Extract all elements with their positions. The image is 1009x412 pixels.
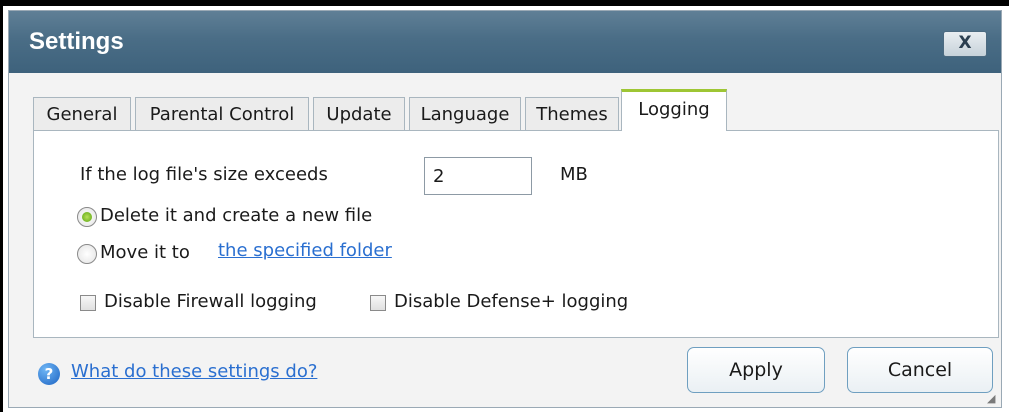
log-size-unit: MB: [560, 164, 588, 185]
disable-firewall-logging-label[interactable]: Disable Firewall logging: [104, 291, 317, 312]
disable-defense-logging-checkbox[interactable]: [370, 295, 386, 311]
screen-edge-top: [0, 0, 1009, 6]
delete-and-create-label[interactable]: Delete it and create a new file: [100, 205, 372, 226]
tab-update[interactable]: Update: [313, 97, 405, 130]
log-size-input[interactable]: [424, 157, 532, 195]
tab-language[interactable]: Language: [409, 97, 521, 130]
resize-grip-icon[interactable]: ◢: [987, 393, 999, 405]
delete-and-create-radio[interactable]: [77, 207, 97, 227]
settings-window: Settings X General Parental Control Upda…: [8, 10, 1002, 408]
log-size-label: If the log file's size exceeds: [80, 164, 328, 185]
screen-edge-left: [0, 0, 3, 412]
tab-general[interactable]: General: [33, 97, 131, 130]
tab-logging[interactable]: Logging: [621, 89, 727, 131]
tab-parental-control[interactable]: Parental Control: [135, 97, 309, 130]
tab-themes[interactable]: Themes: [525, 97, 619, 130]
disable-defense-logging-label[interactable]: Disable Defense+ logging: [394, 291, 628, 312]
close-button[interactable]: X: [943, 31, 987, 57]
move-it-to-label[interactable]: Move it to: [100, 242, 190, 263]
title-bar[interactable]: Settings X: [9, 11, 1001, 73]
cancel-button[interactable]: Cancel: [847, 347, 993, 393]
apply-button[interactable]: Apply: [687, 347, 825, 393]
window-title: Settings: [29, 28, 124, 55]
logging-panel: If the log file's size exceeds MB Delete…: [33, 130, 999, 338]
specified-folder-link[interactable]: the specified folder: [218, 240, 392, 261]
move-it-to-radio[interactable]: [77, 244, 97, 264]
disable-firewall-logging-checkbox[interactable]: [80, 295, 96, 311]
help-icon[interactable]: ?: [38, 363, 60, 385]
radio-selected-dot: [82, 212, 92, 222]
what-do-these-settings-do-link[interactable]: What do these settings do?: [71, 361, 317, 382]
